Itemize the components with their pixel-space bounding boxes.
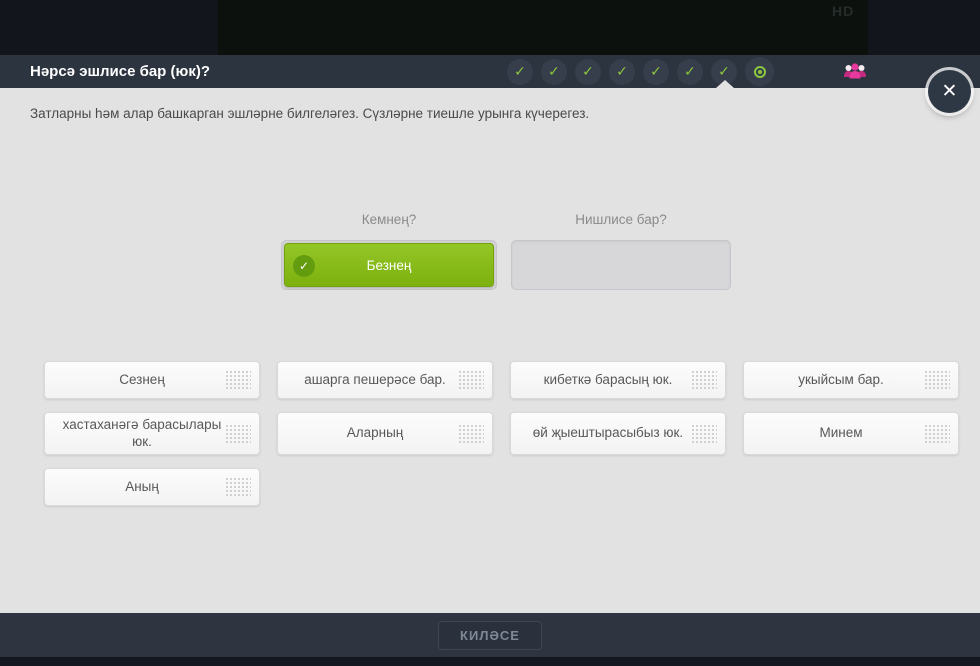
- correct-check-icon: ✓: [293, 255, 315, 277]
- word-tile[interactable]: ашарга пешерәсе бар.: [277, 361, 493, 399]
- exercise-header: Нәрсә эшлисе бар (юк)? ✓ ✓ ✓ ✓ ✓ ✓ ✓: [0, 55, 980, 88]
- word-tile-label: өй җыештырасыбыз юк.: [533, 425, 683, 442]
- progress-check-icon[interactable]: ✓: [643, 59, 669, 85]
- word-tile-label: кибеткә барасың юк.: [544, 372, 673, 389]
- word-tile[interactable]: Минем: [743, 412, 959, 455]
- dropzone-left[interactable]: ✓ Безнең: [281, 240, 497, 290]
- word-tile-label: укыйсым бар.: [798, 372, 884, 389]
- drag-handle-icon[interactable]: [924, 424, 950, 444]
- progress-check-icon[interactable]: ✓: [575, 59, 601, 85]
- exercise-window: HD Нәрсә эшлисе бар (юк)? ✓ ✓ ✓ ✓ ✓ ✓ ✓: [0, 0, 980, 666]
- drag-handle-icon[interactable]: [691, 370, 717, 390]
- word-tile-label: Минем: [819, 425, 862, 442]
- word-tile[interactable]: өй җыештырасыбыз юк.: [510, 412, 726, 455]
- column-label-right: Нишлисе бар?: [511, 212, 731, 227]
- word-tile-label: Аларның: [347, 425, 404, 442]
- answer-tile-correct[interactable]: ✓ Безнең: [284, 243, 494, 287]
- progress-check-icon[interactable]: ✓: [609, 59, 635, 85]
- word-tile-label: Сезнең: [119, 372, 165, 389]
- next-button[interactable]: КИЛӘСЕ: [438, 621, 542, 650]
- word-tile-label: хастаханәгә барасылары юк.: [59, 417, 225, 451]
- drag-handle-icon[interactable]: [225, 477, 251, 497]
- current-step-icon[interactable]: [745, 57, 774, 86]
- active-step-pointer: [716, 80, 734, 88]
- drag-handle-icon[interactable]: [691, 424, 717, 444]
- progress-check-icon[interactable]: ✓: [541, 59, 567, 85]
- drag-handle-icon[interactable]: [458, 370, 484, 390]
- progress-check-icon[interactable]: ✓: [677, 59, 703, 85]
- instruction-text: Затларны һәм алар башкарган эшләрне билг…: [30, 106, 589, 121]
- word-tile-label: Аның: [125, 479, 159, 496]
- drag-handle-icon[interactable]: [458, 424, 484, 444]
- dropzone-right[interactable]: [511, 240, 731, 290]
- answer-tile-label: Безнең: [367, 258, 412, 273]
- target-dot: [758, 70, 762, 74]
- target-ring: [754, 66, 766, 78]
- word-tile[interactable]: хастаханәгә барасылары юк.: [44, 412, 260, 455]
- drag-handle-icon[interactable]: [225, 370, 251, 390]
- column-label-left: Кемнең?: [281, 212, 497, 227]
- bottom-strip: [0, 657, 980, 666]
- exercise-title: Нәрсә эшлисе бар (юк)?: [30, 55, 210, 88]
- word-tile[interactable]: укыйсым бар.: [743, 361, 959, 399]
- group-people-icon[interactable]: [843, 61, 867, 83]
- progress-check-icon[interactable]: ✓: [507, 59, 533, 85]
- word-tile[interactable]: Сезнең: [44, 361, 260, 399]
- drag-handle-icon[interactable]: [924, 370, 950, 390]
- word-tile[interactable]: Аларның: [277, 412, 493, 455]
- close-button[interactable]: ✕: [928, 70, 971, 113]
- video-area: [218, 0, 868, 55]
- video-strip: HD: [0, 0, 980, 55]
- drag-handle-icon[interactable]: [225, 424, 251, 444]
- footer-bar: КИЛӘСЕ: [0, 613, 980, 657]
- word-tile[interactable]: кибеткә барасың юк.: [510, 361, 726, 399]
- word-tile-label: ашарга пешерәсе бар.: [304, 372, 446, 389]
- hd-watermark: HD: [832, 3, 854, 19]
- word-tile[interactable]: Аның: [44, 468, 260, 506]
- exercise-content: Затларны һәм алар башкарган эшләрне билг…: [0, 88, 980, 613]
